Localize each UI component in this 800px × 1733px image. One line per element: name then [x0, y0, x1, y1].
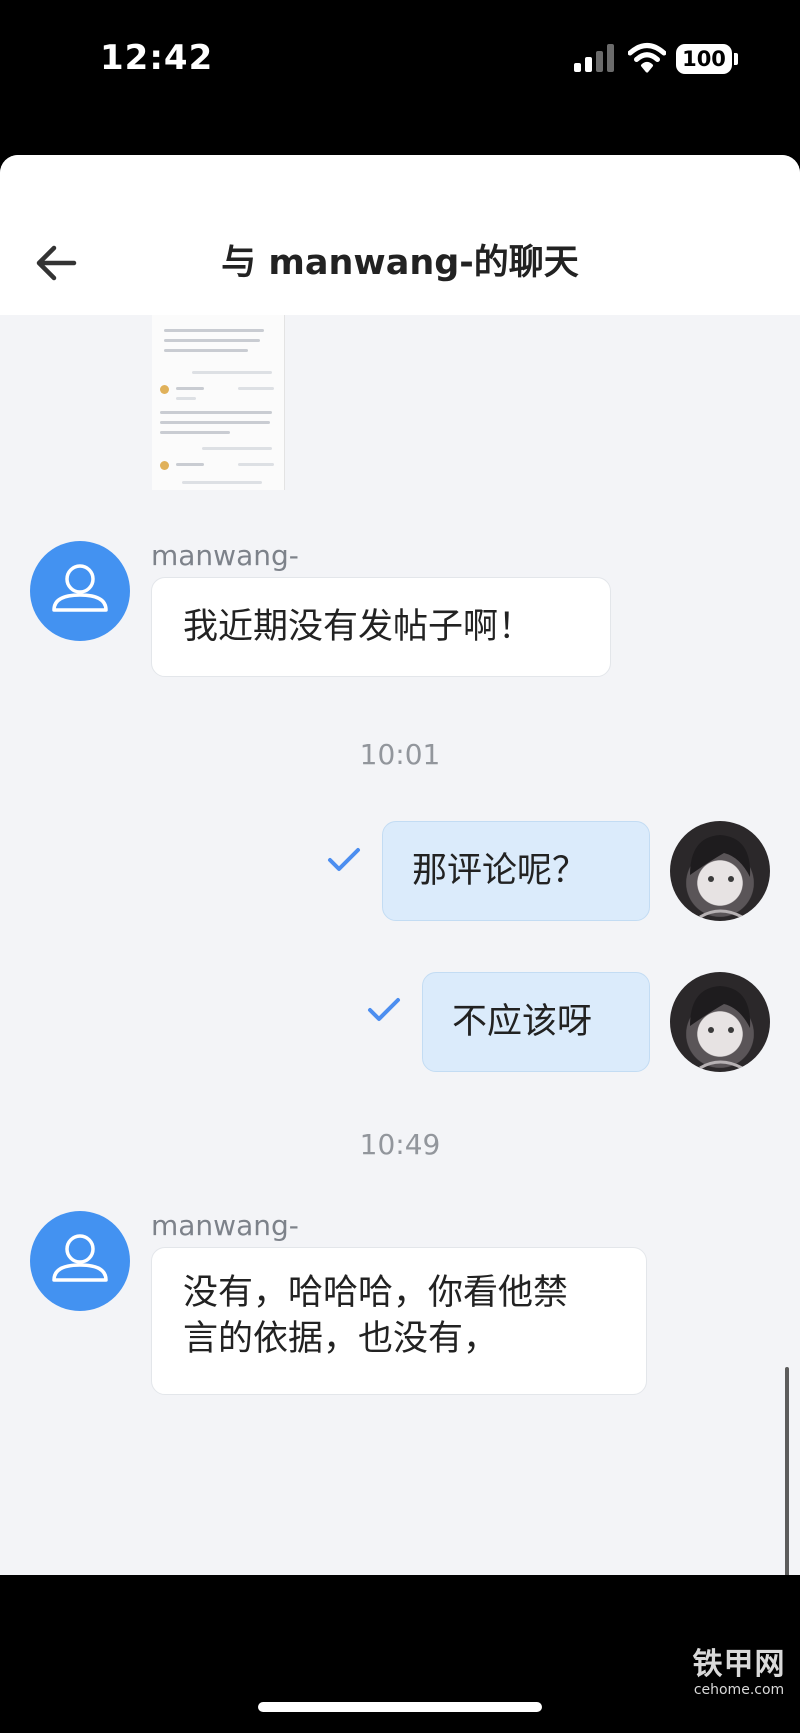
user-icon — [52, 564, 108, 612]
outgoing-message-bubble[interactable]: 那评论呢？ — [382, 821, 650, 921]
image-message-thumbnail[interactable] — [152, 315, 285, 490]
status-time: 12:42 — [100, 38, 214, 78]
message-timestamp: 10:49 — [359, 1128, 441, 1161]
chat-title: 与 manwang-的聊天 — [221, 243, 579, 283]
read-check-icon — [328, 848, 360, 871]
incoming-message-bubble[interactable]: 没有，哈哈哈，你看他禁 言的依据，也没有， — [151, 1247, 647, 1395]
phone-screen: 12:42 100 与 manwang-的聊天 manwang- 我近期没有发帖… — [0, 0, 800, 1733]
battery-indicator: 100 — [676, 44, 732, 74]
scrollbar[interactable] — [785, 1367, 789, 1575]
anime-avatar-icon — [690, 835, 751, 919]
watermark-domain: cehome.com — [693, 1682, 785, 1698]
sender-avatar[interactable] — [30, 1211, 130, 1311]
anime-avatar-icon — [690, 986, 751, 1070]
chat-screen: 与 manwang-的聊天 manwang- 我近期没有发帖子啊！ 10:01 … — [0, 155, 800, 1575]
watermark-logo: 铁甲网 cehome.com — [684, 1647, 794, 1699]
message-timestamp: 10:01 — [359, 738, 441, 771]
outgoing-message-bubble[interactable]: 不应该呀 — [422, 972, 650, 1072]
cellular-signal-icon — [574, 44, 616, 72]
watermark-text: 铁甲网 — [692, 1647, 786, 1682]
message-line: 言的依据，也没有， — [183, 1319, 499, 1359]
chat-header: 与 manwang-的聊天 — [0, 155, 800, 315]
sender-name: manwang- — [151, 1209, 299, 1242]
incoming-message-bubble[interactable]: 我近期没有发帖子啊！ — [151, 577, 611, 677]
read-check-icon — [368, 998, 400, 1021]
status-bar: 12:42 100 — [0, 0, 800, 120]
sender-name: manwang- — [151, 539, 299, 572]
message-line: 没有，哈哈哈，你看他禁 — [183, 1273, 569, 1313]
wifi-icon — [628, 43, 666, 73]
battery-tip — [734, 53, 738, 65]
user-icon — [52, 1234, 108, 1282]
back-arrow-icon[interactable] — [30, 237, 82, 289]
my-avatar[interactable] — [670, 821, 770, 921]
home-indicator[interactable] — [258, 1702, 542, 1712]
message-list[interactable]: manwang- 我近期没有发帖子啊！ 10:01 那评论呢？ 不应该呀 10:… — [0, 315, 800, 1575]
sender-avatar[interactable] — [30, 541, 130, 641]
my-avatar[interactable] — [670, 972, 770, 1072]
